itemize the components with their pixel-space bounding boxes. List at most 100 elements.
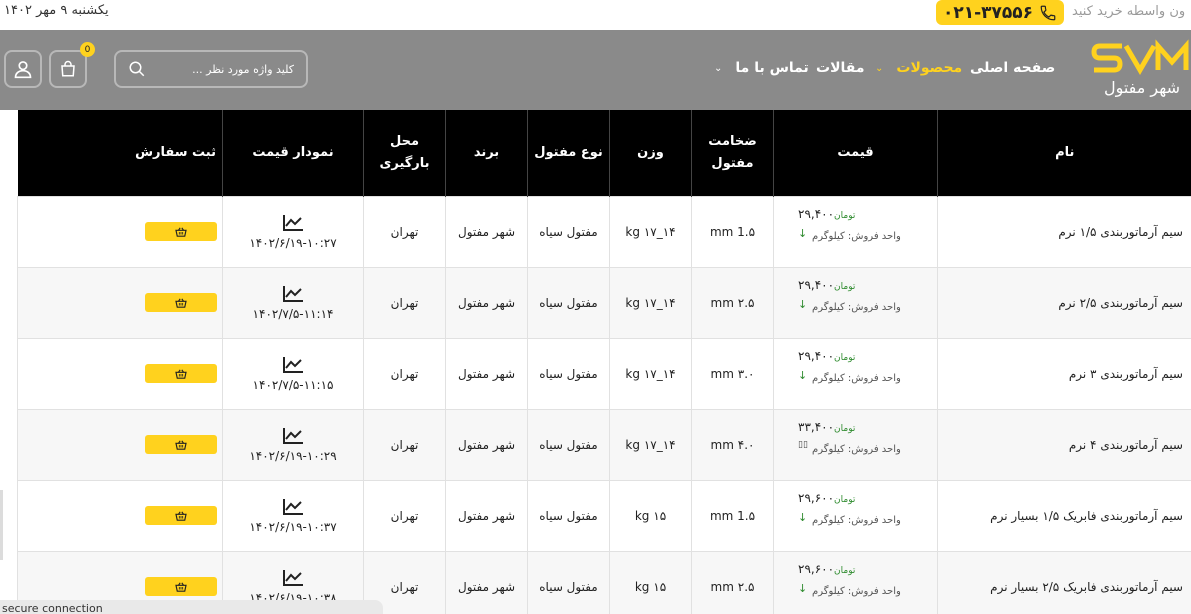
thickness-cell: ۲.۵ mm — [691, 266, 774, 339]
order-button[interactable] — [145, 293, 217, 312]
user-account-button[interactable] — [4, 50, 42, 88]
order-cell — [17, 195, 223, 268]
cart-button[interactable] — [49, 50, 87, 88]
brand-cell: شهر مفتول — [445, 408, 528, 481]
order-cell — [17, 479, 223, 552]
col-header-chart[interactable]: نمودار قیمت — [222, 110, 364, 196]
price-chart-icon[interactable] — [282, 356, 304, 374]
price-value: تومان۲۹,۶۰۰ — [798, 491, 857, 505]
price-trend-icon: ↓ — [798, 297, 808, 311]
type-cell: مفتول سیاه — [527, 337, 610, 410]
shopping-bag-icon — [61, 60, 75, 77]
chart-cell: ۱۴۰۲/۶/۱۹-۱۰:۲۷ — [222, 195, 364, 268]
weight-cell: ۱۴_۱۷ kg — [609, 195, 692, 268]
order-button[interactable] — [145, 506, 217, 525]
type-cell: مفتول سیاه — [527, 266, 610, 339]
product-name[interactable]: سیم آرماتوربندی فابریک ۱/۵ بسیار نرم — [937, 479, 1191, 552]
weight-cell: ۱۵ kg — [609, 479, 692, 552]
price-chart-icon[interactable] — [282, 214, 304, 232]
nav-products-label: محصولات — [896, 60, 963, 76]
last-update-time: ۱۴۰۲/۷/۵-۱۱:۱۴ — [252, 306, 334, 321]
brand-cell: شهر مفتول — [445, 266, 528, 339]
phone-button[interactable]: ۰۲۱-۳۷۵۵۶ — [936, 0, 1064, 25]
location-cell: تهران — [363, 337, 446, 410]
price-cell: تومان۳۳,۴۰۰ واحد فروش: کیلوگرم ▯▯ — [773, 408, 938, 481]
brand-cell: شهر مفتول — [445, 479, 528, 552]
order-button[interactable] — [145, 435, 217, 454]
sale-unit: واحد فروش: کیلوگرم — [812, 301, 901, 313]
type-cell: مفتول سیاه — [527, 479, 610, 552]
table-row: سیم آرماتوربندی ۲/۵ نرم تومان۲۹,۴۰۰ واحد ف… — [17, 266, 1191, 339]
search-icon[interactable] — [128, 60, 146, 78]
weight-cell: ۱۵ kg — [609, 550, 692, 614]
col-header-thickness-line1: ضخامت — [708, 133, 757, 149]
price-cell: تومان۲۹,۶۰۰ واحد فروش: کیلوگرم ↓ — [773, 479, 938, 552]
price-chart-icon[interactable] — [282, 427, 304, 445]
search-box[interactable]: کلید واژه مورد نظر ... — [114, 50, 308, 88]
col-header-location[interactable]: محل بارگیری — [363, 110, 446, 196]
nav-articles[interactable]: مقالات — [816, 56, 865, 80]
weight-cell: ۱۴_۱۷ kg — [609, 266, 692, 339]
currency-label: تومان — [834, 352, 856, 363]
price-trend-icon: ▯▯ — [798, 439, 808, 450]
table-row: سیم آرماتوربندی ۱/۵ نرم تومان۲۹,۴۰۰ واحد ف… — [17, 195, 1191, 268]
chart-cell: ۱۴۰۲/۶/۱۹-۱۰:۲۹ — [222, 408, 364, 481]
site-logo[interactable]: شهر مفتول — [1090, 36, 1191, 102]
price-amount: ۲۹,۴۰۰ — [798, 277, 835, 292]
col-header-weight[interactable]: وزن — [609, 110, 692, 196]
user-icon — [14, 61, 32, 79]
col-header-type[interactable]: نوع مفتول — [527, 110, 610, 196]
price-chart-icon[interactable] — [282, 285, 304, 303]
type-cell: مفتول سیاه — [527, 550, 610, 614]
order-button[interactable] — [145, 364, 217, 383]
scroll-edge — [0, 490, 3, 560]
basket-icon — [175, 298, 187, 308]
order-button[interactable] — [145, 577, 217, 596]
nav-home-label: صفحه اصلی — [970, 60, 1056, 76]
price-chart-icon[interactable] — [282, 498, 304, 516]
price-amount: ۲۹,۶۰۰ — [798, 561, 835, 576]
nav-home[interactable]: صفحه اصلی — [970, 56, 1055, 80]
location-cell: تهران — [363, 266, 446, 339]
col-header-thickness[interactable]: ضخامت مفتول — [691, 110, 774, 196]
product-name-text: سیم آرماتوربندی ۳ نرم — [1068, 366, 1183, 381]
col-header-name[interactable]: نام — [937, 110, 1191, 196]
nav-contact[interactable]: ⌄ تماس با ما — [714, 56, 809, 80]
nav-products[interactable]: ⌄ محصولات — [875, 56, 962, 80]
product-name[interactable]: سیم آرماتوربندی فابریک ۲/۵ بسیار نرم — [937, 550, 1191, 614]
product-name[interactable]: سیم آرماتوربندی ۱/۵ نرم — [937, 195, 1191, 268]
sale-unit: واحد فروش: کیلوگرم — [812, 443, 901, 455]
cart-count-badge: 0 — [80, 42, 95, 57]
search-input[interactable]: کلید واژه مورد نظر ... — [192, 63, 294, 76]
top-bar: یکشنبه ۹ مهر ۱۴۰۲ ۰۲۱-۳۷۵۵۶ ون واسطه خری… — [0, 0, 1191, 30]
price-value: تومان۲۹,۴۰۰ — [798, 278, 857, 292]
chart-cell: ۱۴۰۲/۶/۱۹-۱۰:۳۷ — [222, 479, 364, 552]
buy-direct-text: ون واسطه خرید کنید — [1072, 4, 1186, 19]
price-trend-icon: ↓ — [798, 226, 808, 240]
price-trend-icon: ↓ — [798, 510, 808, 524]
currency-label: تومان — [834, 565, 856, 576]
product-name-text: سیم آرماتوربندی ۲/۵ نرم — [1058, 295, 1183, 310]
price-cell: تومان۲۹,۶۰۰ واحد فروش: کیلوگرم ↓ — [773, 550, 938, 614]
last-update-time: ۱۴۰۲/۶/۱۹-۱۰:۲۹ — [249, 448, 337, 463]
product-name[interactable]: سیم آرماتوربندی ۴ نرم — [937, 408, 1191, 481]
col-header-brand[interactable]: برند — [445, 110, 528, 196]
col-header-order[interactable]: ثبت سفارش — [17, 110, 223, 196]
weight-cell: ۱۴_۱۷ kg — [609, 408, 692, 481]
currency-label: تومان — [834, 423, 856, 434]
product-name[interactable]: سیم آرماتوربندی ۲/۵ نرم — [937, 266, 1191, 339]
product-name[interactable]: سیم آرماتوربندی ۳ نرم — [937, 337, 1191, 410]
price-value: تومان۲۹,۴۰۰ — [798, 349, 857, 363]
basket-icon — [175, 582, 187, 592]
phone-number: ۰۲۱-۳۷۵۵۶ — [942, 2, 1034, 23]
order-button[interactable] — [145, 222, 217, 241]
col-header-price[interactable]: قیمت — [773, 110, 938, 196]
table-row: سیم آرماتوربندی ۴ نرم تومان۳۳,۴۰۰ واحد فرو… — [17, 408, 1191, 481]
product-name-text: سیم آرماتوربندی ۱/۵ نرم — [1058, 224, 1183, 239]
thickness-cell: ۳.۰ mm — [691, 337, 774, 410]
thickness-cell: 1.۵ mm — [691, 195, 774, 268]
basket-icon — [175, 227, 187, 237]
price-chart-icon[interactable] — [282, 569, 304, 587]
order-cell — [17, 337, 223, 410]
chevron-down-icon: ⌄ — [875, 62, 884, 74]
